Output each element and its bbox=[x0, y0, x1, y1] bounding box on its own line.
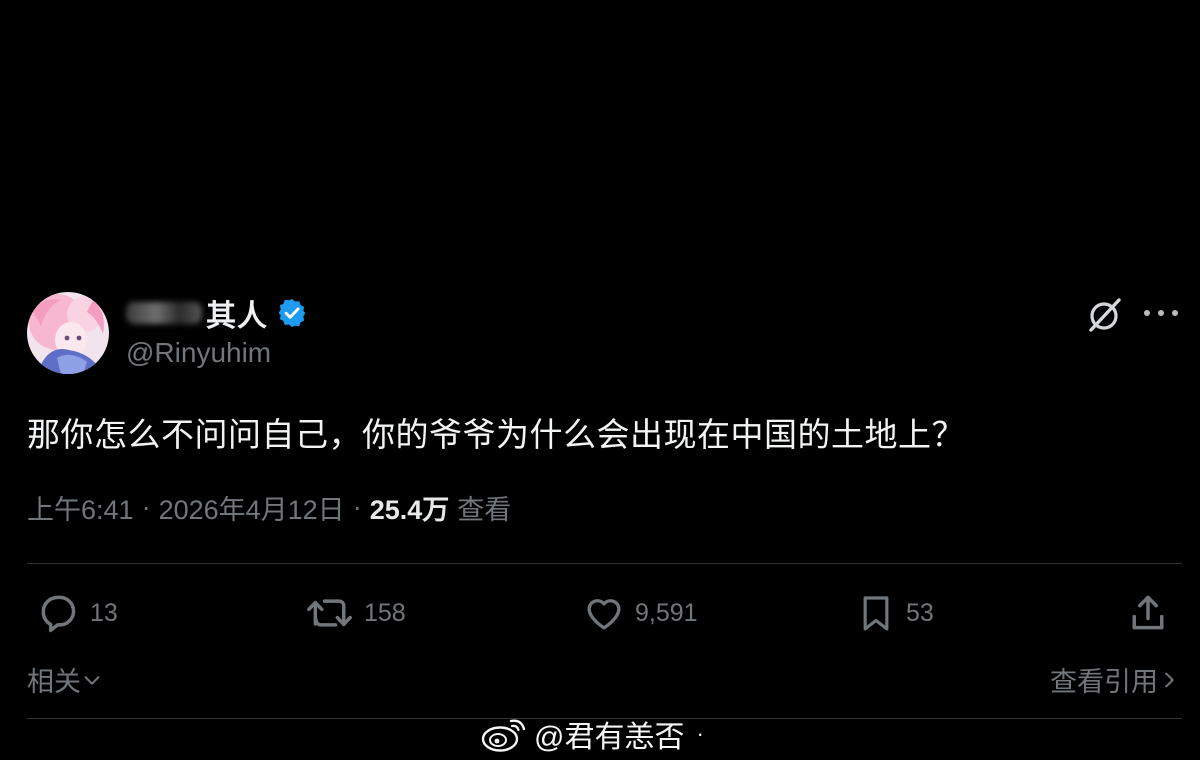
chevron-down-icon bbox=[84, 675, 100, 685]
meta-separator: · bbox=[141, 492, 151, 522]
repost-count: 158 bbox=[364, 598, 406, 627]
watermark-text: @君有恙否 bbox=[534, 721, 685, 754]
reply-bubble-icon bbox=[41, 595, 76, 633]
bookmark-button[interactable]: 53 bbox=[856, 590, 934, 636]
bookmark-count: 53 bbox=[906, 598, 934, 627]
watermark-dot: · bbox=[696, 721, 704, 746]
weibo-watermark: @君有恙否 · bbox=[480, 712, 704, 756]
repost-button[interactable]: 158 bbox=[306, 590, 406, 636]
views-count: 25.4万 bbox=[369, 495, 450, 525]
views-label: 查看 bbox=[457, 495, 512, 525]
view-quotes-link[interactable]: 查看引用 bbox=[1050, 660, 1180, 699]
avatar[interactable] bbox=[27, 292, 109, 374]
post-meta: 上午6:41 · 2026年4月12日 · 25.4万 查看 bbox=[27, 488, 511, 527]
view-quotes-label: 查看引用 bbox=[1050, 667, 1158, 697]
post-text: 那你怎么不问问自己，你的爷爷为什么会出现在中国的土地上？ bbox=[27, 416, 965, 453]
reply-count: 13 bbox=[90, 598, 118, 627]
blurred-name-part bbox=[126, 302, 202, 324]
author-handle[interactable]: @Rinyuhim bbox=[126, 337, 271, 369]
post-date[interactable]: 2026年4月12日 bbox=[159, 488, 345, 527]
heart-icon bbox=[587, 599, 621, 630]
tweet-card: 其人 @Rinyuhim 那你怎么不问问自己，你的爷爷为什么会出现在中国的土地上… bbox=[0, 0, 1200, 760]
share-upload-icon bbox=[1132, 595, 1164, 630]
reply-button[interactable]: 13 bbox=[36, 590, 118, 636]
like-button[interactable]: 9,591 bbox=[583, 590, 698, 636]
share-button[interactable] bbox=[1126, 590, 1180, 636]
grok-icon[interactable] bbox=[1086, 296, 1124, 334]
bookmark-icon bbox=[863, 596, 889, 631]
related-dropdown[interactable]: 相关 bbox=[27, 660, 103, 699]
divider bbox=[27, 563, 1182, 564]
chevron-right-icon bbox=[1165, 672, 1174, 687]
author-display-name[interactable]: 其人 bbox=[206, 291, 268, 335]
author-name-row[interactable]: 其人 bbox=[126, 292, 308, 334]
more-dots-icon[interactable] bbox=[1144, 298, 1178, 328]
repost-arrows-icon bbox=[307, 599, 352, 627]
related-label: 相关 bbox=[27, 667, 81, 697]
post-time[interactable]: 上午6:41 bbox=[27, 488, 134, 527]
weibo-logo-icon bbox=[481, 719, 526, 752]
like-count: 9,591 bbox=[635, 598, 698, 627]
verified-badge-icon bbox=[278, 299, 306, 327]
meta-separator: · bbox=[352, 492, 362, 522]
